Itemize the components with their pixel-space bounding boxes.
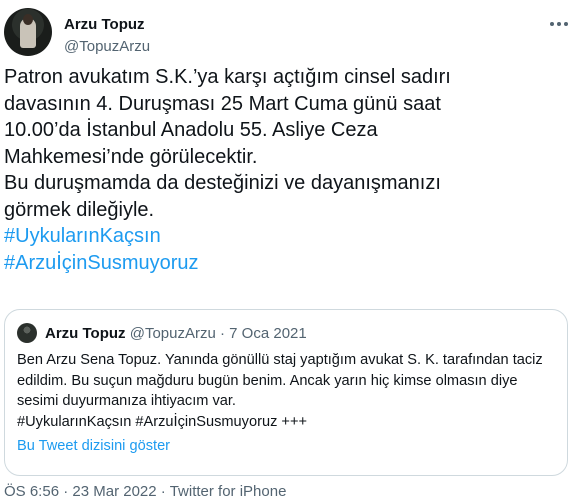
quoted-tweet-line: edildim. Bu suçun mağduru bugün benim. A… [17, 372, 518, 389]
footer-separator: · [63, 483, 69, 500]
tweet-line: Mahkemesi’nde görülecektir. [4, 145, 258, 168]
author-handle[interactable]: @TopuzArzu [64, 38, 150, 55]
meta-separator: · [220, 325, 225, 342]
tweet-time[interactable]: ÖS 6:56 [4, 483, 59, 500]
tweet-line: 10.00’da İstanbul Anadolu 55. Asliye Cez… [4, 119, 378, 141]
author-name[interactable]: Arzu Topuz [64, 16, 145, 33]
tweet-footer: ÖS 6:56 · 23 Mar 2022 · Twitter for iPho… [4, 483, 286, 500]
tweet-line: Patron avukatım S.K.’ya karşı açtığım ci… [4, 66, 451, 88]
show-thread-link[interactable]: Bu Tweet dizisini göster [17, 438, 170, 454]
more-horizontal-icon[interactable] [546, 16, 572, 32]
quoted-tweet-text: Ben Arzu Sena Topuz. Yanında gönüllü sta… [17, 350, 557, 432]
tweet-line: Bu duruşmamda da desteğinizi ve dayanışm… [4, 172, 441, 194]
tweet-text: Patron avukatım S.K.’ya karşı açtığım ci… [4, 64, 544, 276]
quoted-author-handle: @TopuzArzu [129, 325, 216, 342]
author-avatar[interactable] [4, 8, 52, 56]
tweet-source[interactable]: Twitter for iPhone [170, 483, 287, 500]
tweet-header: Arzu Topuz @TopuzArzu [0, 0, 582, 62]
footer-separator: · [160, 483, 166, 500]
quoted-tweet-line: sesimi duyurmanıza ihtiyacım var. [17, 393, 236, 409]
hashtag-link[interactable]: #ArzuİçinSusmuyoruz [4, 250, 544, 277]
avatar-head [23, 14, 33, 25]
tweet-date[interactable]: 23 Mar 2022 [72, 483, 156, 500]
quoted-author-avatar [17, 323, 37, 343]
tweet-line: davasının 4. Duruşması 25 Mart Cuma günü… [4, 92, 441, 115]
quoted-tweet-line: #UykularınKaçsın #ArzuİçinSusmuyoruz +++ [17, 413, 307, 430]
quoted-tweet-header: Arzu Topuz @TopuzArzu · 7 Oca 2021 [45, 325, 307, 342]
quoted-tweet-line: Ben Arzu Sena Topuz. Yanında gönüllü sta… [17, 352, 543, 368]
quoted-tweet-card[interactable]: Arzu Topuz @TopuzArzu · 7 Oca 2021 Ben A… [4, 309, 568, 476]
quoted-author-name: Arzu Topuz [45, 325, 126, 342]
hashtag-link[interactable]: #UykularınKaçsın [4, 223, 544, 250]
tweet-line: görmek dileğiyle. [4, 198, 155, 221]
quoted-tweet-date[interactable]: 7 Oca 2021 [229, 325, 307, 342]
